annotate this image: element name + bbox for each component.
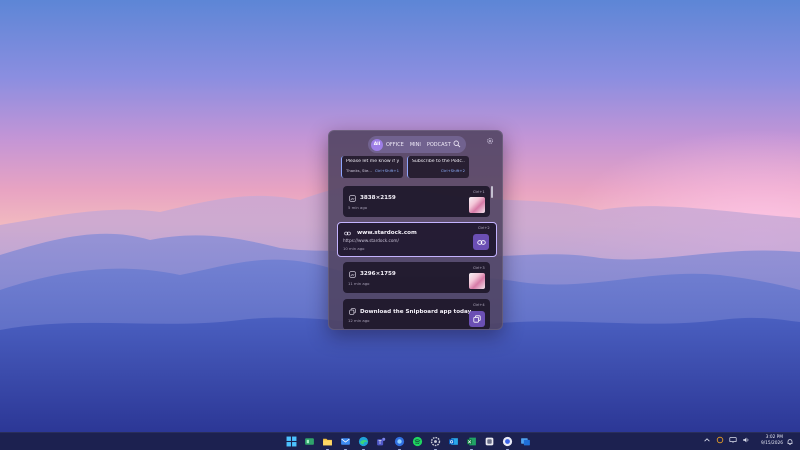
settings-icon[interactable] bbox=[429, 435, 442, 450]
taskbar: T 3:02 PM 9/15/2026 bbox=[0, 432, 800, 450]
clip-shortcut: Ctrl+3 bbox=[473, 266, 485, 270]
chevron-up-icon[interactable] bbox=[703, 436, 711, 444]
volume-icon[interactable] bbox=[742, 436, 750, 444]
clip-list-scrollbar[interactable] bbox=[491, 186, 493, 198]
start-icon[interactable] bbox=[285, 435, 298, 448]
pinned-clip-title: Please let me know if y... bbox=[346, 159, 399, 164]
pinned-clip-shortcut: Ctrl+Shift+2 bbox=[440, 168, 465, 173]
clip-title: 3838×2159 bbox=[360, 195, 396, 201]
taskbar-apps: T bbox=[285, 435, 532, 450]
tab-mini[interactable]: MINI bbox=[410, 142, 421, 148]
clip-url: https://www.stardock.com/ bbox=[343, 238, 399, 243]
pinned-clip[interactable]: Please let me know if y... Thanks, Ste..… bbox=[341, 156, 403, 178]
clip-card-image[interactable]: 3838×2159 5 min ago Ctrl+1 bbox=[343, 186, 490, 217]
clip-time: 5 min ago bbox=[348, 205, 368, 210]
pinned-clip[interactable]: Subscribe to the Podc... Ctrl+Shift+2 bbox=[407, 156, 469, 178]
windows-app-icon[interactable] bbox=[519, 435, 532, 448]
tab-all[interactable]: All bbox=[371, 138, 383, 151]
chrome-icon[interactable] bbox=[501, 435, 514, 450]
link-icon bbox=[476, 239, 486, 245]
open-link-button[interactable] bbox=[473, 234, 489, 250]
copy-button[interactable] bbox=[469, 311, 485, 327]
notification-bell-icon[interactable] bbox=[786, 438, 794, 446]
clock-date: 9/15/2026 bbox=[760, 441, 783, 446]
link-icon bbox=[344, 231, 351, 236]
clip-card-link[interactable]: www.stardock.com https://www.stardock.co… bbox=[337, 222, 497, 257]
clip-time: 11 min ago bbox=[348, 281, 370, 286]
tab-office[interactable]: OFFICE bbox=[386, 142, 404, 148]
clip-shortcut: Ctrl+2 bbox=[478, 226, 490, 230]
copy-icon bbox=[349, 308, 356, 315]
image-icon bbox=[349, 271, 356, 278]
clipboard-panel: All OFFICE MINI PODCAST Please let me kn… bbox=[328, 130, 503, 330]
clock[interactable]: 3:02 PM 9/15/2026 bbox=[755, 435, 783, 447]
spotify-icon[interactable] bbox=[411, 435, 424, 448]
edge-icon[interactable] bbox=[357, 435, 370, 450]
teams-icon[interactable]: T bbox=[375, 435, 388, 448]
clip-title: www.stardock.com bbox=[357, 230, 417, 236]
clip-thumbnail bbox=[469, 197, 485, 213]
excel-icon[interactable] bbox=[465, 435, 478, 450]
widgets-icon[interactable] bbox=[303, 435, 316, 448]
clip-title: Download the Snipboard app today bbox=[360, 309, 472, 315]
mail-icon[interactable] bbox=[339, 435, 352, 450]
clip-shortcut: Ctrl+4 bbox=[473, 303, 485, 307]
clip-shortcut: Ctrl+1 bbox=[473, 190, 485, 194]
category-tabbar: All OFFICE MINI PODCAST bbox=[368, 136, 466, 153]
file-explorer-icon[interactable] bbox=[321, 435, 334, 450]
clip-title: 3296×1759 bbox=[360, 271, 396, 277]
image-icon bbox=[349, 195, 356, 202]
tab-podcast[interactable]: PODCAST bbox=[427, 142, 451, 148]
clip-card-image[interactable]: 3296×1759 11 min ago Ctrl+3 bbox=[343, 262, 490, 293]
browser-icon[interactable] bbox=[393, 435, 406, 450]
pinned-clip-subtitle: Thanks, Ste... bbox=[346, 168, 372, 173]
clip-time: 10 min ago bbox=[343, 246, 365, 251]
outlook-icon[interactable] bbox=[447, 435, 460, 448]
search-icon[interactable] bbox=[453, 140, 461, 148]
display-icon[interactable] bbox=[729, 436, 737, 444]
pinned-clip-title: Subscribe to the Podc... bbox=[412, 159, 465, 164]
clip-thumbnail bbox=[469, 273, 485, 289]
copy-icon bbox=[473, 315, 481, 323]
app-icon[interactable] bbox=[483, 435, 496, 448]
tray-app-icon[interactable] bbox=[716, 436, 724, 444]
clip-card-text[interactable]: Download the Snipboard app today 12 min … bbox=[343, 299, 490, 329]
system-tray bbox=[703, 436, 750, 444]
pinned-clips: Please let me know if y... Thanks, Ste..… bbox=[341, 156, 469, 178]
pinned-clip-shortcut: Ctrl+Shift+1 bbox=[374, 168, 399, 173]
gear-icon[interactable] bbox=[486, 137, 494, 145]
clip-time: 12 min ago bbox=[348, 318, 370, 323]
